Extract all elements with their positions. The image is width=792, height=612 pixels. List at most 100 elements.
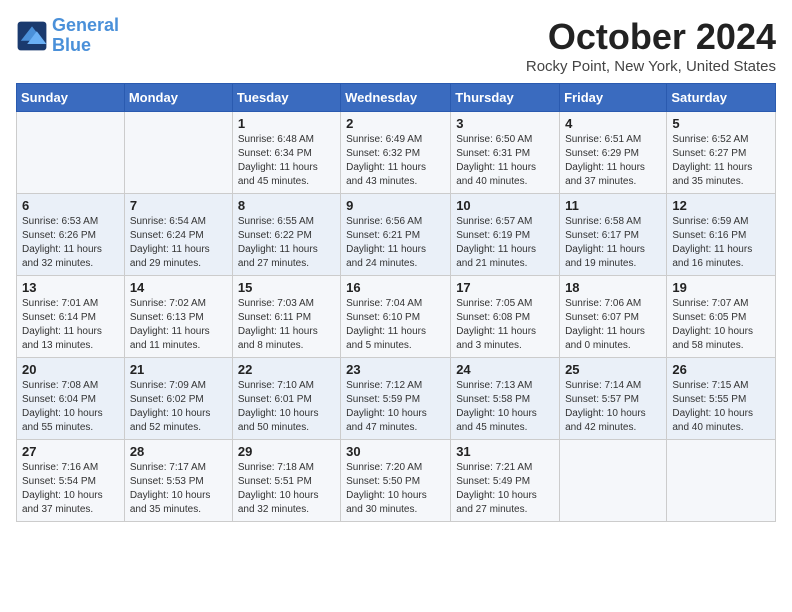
calendar-cell: 20 Sunrise: 7:08 AMSunset: 6:04 PMDayligh… [17,358,125,440]
weekday-header-row: SundayMondayTuesdayWednesdayThursdayFrid… [17,84,776,112]
calendar-cell: 1Sunrise: 6:48 AMSunset: 6:34 PMDaylight… [232,112,340,194]
month-title: October 2024 [526,16,776,58]
calendar-cell: 4 Sunrise: 6:51 AMSunset: 6:29 PMDaylight… [560,112,667,194]
calendar-cell: 16 Sunrise: 7:04 AMSunset: 6:10 PMDayligh… [341,276,451,358]
day-number: 20 [22,362,119,377]
day-number: 30 [346,444,445,459]
calendar-cell: 31Sunrise: 7:21 AMSunset: 5:49 PMDayligh… [451,440,560,522]
day-number: 3 [456,116,554,131]
day-number: 18 [565,280,661,295]
day-number: 15 [238,280,335,295]
weekday-header: Wednesday [341,84,451,112]
calendar-cell: 5Sunrise: 6:52 AMSunset: 6:27 PMDaylight… [667,112,776,194]
logo-icon [16,20,48,52]
cell-details: Sunrise: 7:14 AMSunset: 5:57 PMDaylight:… [565,379,661,435]
calendar-cell: 17 Sunrise: 7:05 AMSunset: 6:08 PMDayligh… [451,276,560,358]
cell-details: Sunrise: 6:59 AMSunset: 6:16 PMDaylight:… [672,215,770,271]
calendar-table: SundayMondayTuesdayWednesdayThursdayFrid… [16,83,776,522]
day-number: 5 [672,116,770,131]
calendar-cell: 23 Sunrise: 7:12 AMSunset: 5:59 PMDayligh… [341,358,451,440]
cell-details: Sunrise: 7:21 AMSunset: 5:49 PMDaylight:… [456,461,554,517]
cell-details: Sunrise: 7:05 AMSunset: 6:08 PMDaylight:… [456,297,554,353]
cell-details: Sunrise: 7:12 AMSunset: 5:59 PMDaylight:… [346,379,445,435]
calendar-week-row: 27 Sunrise: 7:16 AMSunset: 5:54 PMDayligh… [17,440,776,522]
calendar-cell: 24Sunrise: 7:13 AMSunset: 5:58 PMDayligh… [451,358,560,440]
day-number: 26 [672,362,770,377]
day-number: 6 [22,198,119,213]
calendar-cell: 3 Sunrise: 6:50 AMSunset: 6:31 PMDaylight… [451,112,560,194]
calendar-cell: 15 Sunrise: 7:03 AMSunset: 6:11 PMDayligh… [232,276,340,358]
day-number: 9 [346,198,445,213]
cell-details: Sunrise: 7:04 AMSunset: 6:10 PMDaylight:… [346,297,445,353]
calendar-cell: 12Sunrise: 6:59 AMSunset: 6:16 PMDayligh… [667,194,776,276]
cell-details: Sunrise: 6:54 AMSunset: 6:24 PMDaylight:… [130,215,227,271]
cell-details: Sunrise: 6:50 AMSunset: 6:31 PMDaylight:… [456,133,554,189]
location-subtitle: Rocky Point, New York, United States [526,58,776,75]
cell-details: Sunrise: 7:07 AMSunset: 6:05 PMDaylight:… [672,297,770,353]
weekday-header: Sunday [17,84,125,112]
calendar-week-row: 20 Sunrise: 7:08 AMSunset: 6:04 PMDayligh… [17,358,776,440]
cell-details: Sunrise: 7:13 AMSunset: 5:58 PMDaylight:… [456,379,554,435]
day-number: 16 [346,280,445,295]
calendar-cell: 27 Sunrise: 7:16 AMSunset: 5:54 PMDayligh… [17,440,125,522]
day-number: 17 [456,280,554,295]
calendar-cell: 28 Sunrise: 7:17 AMSunset: 5:53 PMDayligh… [124,440,232,522]
day-number: 28 [130,444,227,459]
cell-details: Sunrise: 7:06 AMSunset: 6:07 PMDaylight:… [565,297,661,353]
day-number: 25 [565,362,661,377]
day-number: 23 [346,362,445,377]
title-block: October 2024 Rocky Point, New York, Unit… [526,16,776,75]
day-number: 7 [130,198,227,213]
day-number: 13 [22,280,119,295]
cell-details: Sunrise: 7:03 AMSunset: 6:11 PMDaylight:… [238,297,335,353]
cell-details: Sunrise: 7:01 AMSunset: 6:14 PMDaylight:… [22,297,119,353]
logo-text: General Blue [52,16,119,56]
day-number: 10 [456,198,554,213]
calendar-cell: 26 Sunrise: 7:15 AMSunset: 5:55 PMDayligh… [667,358,776,440]
weekday-header: Thursday [451,84,560,112]
weekday-header: Tuesday [232,84,340,112]
calendar-cell [124,112,232,194]
calendar-cell [560,440,667,522]
day-number: 8 [238,198,335,213]
cell-details: Sunrise: 7:08 AMSunset: 6:04 PMDaylight:… [22,379,119,435]
calendar-cell: 19 Sunrise: 7:07 AMSunset: 6:05 PMDayligh… [667,276,776,358]
calendar-cell [667,440,776,522]
calendar-cell: 18 Sunrise: 7:06 AMSunset: 6:07 PMDayligh… [560,276,667,358]
day-number: 19 [672,280,770,295]
cell-details: Sunrise: 7:17 AMSunset: 5:53 PMDaylight:… [130,461,227,517]
cell-details: Sunrise: 7:20 AMSunset: 5:50 PMDaylight:… [346,461,445,517]
calendar-cell: 29Sunrise: 7:18 AMSunset: 5:51 PMDayligh… [232,440,340,522]
calendar-cell [17,112,125,194]
calendar-cell: 7 Sunrise: 6:54 AMSunset: 6:24 PMDaylight… [124,194,232,276]
weekday-header: Friday [560,84,667,112]
page-header: General Blue October 2024 Rocky Point, N… [16,16,776,75]
cell-details: Sunrise: 7:09 AMSunset: 6:02 PMDaylight:… [130,379,227,435]
cell-details: Sunrise: 6:49 AMSunset: 6:32 PMDaylight:… [346,133,445,189]
day-number: 21 [130,362,227,377]
day-number: 27 [22,444,119,459]
calendar-cell: 2 Sunrise: 6:49 AMSunset: 6:32 PMDaylight… [341,112,451,194]
cell-details: Sunrise: 7:16 AMSunset: 5:54 PMDaylight:… [22,461,119,517]
weekday-header: Monday [124,84,232,112]
calendar-cell: 14Sunrise: 7:02 AMSunset: 6:13 PMDayligh… [124,276,232,358]
cell-details: Sunrise: 6:57 AMSunset: 6:19 PMDaylight:… [456,215,554,271]
cell-details: Sunrise: 7:15 AMSunset: 5:55 PMDaylight:… [672,379,770,435]
day-number: 1 [238,116,335,131]
cell-details: Sunrise: 6:55 AMSunset: 6:22 PMDaylight:… [238,215,335,271]
calendar-cell: 22Sunrise: 7:10 AMSunset: 6:01 PMDayligh… [232,358,340,440]
calendar-cell: 13 Sunrise: 7:01 AMSunset: 6:14 PMDayligh… [17,276,125,358]
cell-details: Sunrise: 6:58 AMSunset: 6:17 PMDaylight:… [565,215,661,271]
calendar-cell: 8 Sunrise: 6:55 AMSunset: 6:22 PMDaylight… [232,194,340,276]
day-number: 2 [346,116,445,131]
calendar-week-row: 13 Sunrise: 7:01 AMSunset: 6:14 PMDayligh… [17,276,776,358]
day-number: 22 [238,362,335,377]
cell-details: Sunrise: 6:53 AMSunset: 6:26 PMDaylight:… [22,215,119,271]
calendar-cell: 6 Sunrise: 6:53 AMSunset: 6:26 PMDaylight… [17,194,125,276]
weekday-header: Saturday [667,84,776,112]
cell-details: Sunrise: 6:51 AMSunset: 6:29 PMDaylight:… [565,133,661,189]
cell-details: Sunrise: 6:56 AMSunset: 6:21 PMDaylight:… [346,215,445,271]
calendar-cell: 25 Sunrise: 7:14 AMSunset: 5:57 PMDayligh… [560,358,667,440]
calendar-week-row: 6 Sunrise: 6:53 AMSunset: 6:26 PMDaylight… [17,194,776,276]
day-number: 4 [565,116,661,131]
